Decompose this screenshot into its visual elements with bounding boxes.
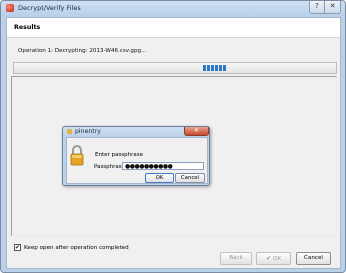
dialog-title: pinentry [75,128,101,135]
dialog-close-button[interactable]: ✕ [184,127,209,136]
dialog-cancel-button[interactable]: Cancel [175,173,205,183]
help-button[interactable]: ? [309,1,325,14]
back-button[interactable]: Back [220,252,252,265]
ok-button[interactable]: ✔ OK [256,252,291,265]
passphrase-input[interactable]: ●●●●●●●●●● [122,162,204,170]
progress-bar [13,62,337,74]
dialog-ok-button[interactable]: OK [145,173,174,183]
padlock-icon [70,145,84,166]
keep-open-option[interactable]: ✔ Keep open after operation completed [14,244,129,251]
pinentry-dialog: pinentry ✕ Enter passphrase Passphrase ●… [62,126,210,186]
cancel-button[interactable]: Cancel [296,252,331,265]
operation-status-text: Operation 1: Decrypting: 2013-W46.csv.gp… [18,48,147,54]
app-icon [6,4,14,12]
ok-label: OK [272,256,282,262]
keep-open-checkbox[interactable]: ✔ [14,244,21,251]
page-title: Results [14,24,41,31]
window-title: Decrypt/Verify Files [18,4,81,12]
progress-indicator [203,65,226,71]
check-icon: ✔ [265,255,271,262]
title-bar[interactable]: Decrypt/Verify Files ? ✕ [1,1,345,17]
passphrase-label: Passphrase [94,164,126,170]
passphrase-prompt: Enter passphrase [95,152,143,158]
pinentry-app-icon [67,129,72,134]
close-button[interactable]: ✕ [324,1,341,14]
dialog-body: Enter passphrase Passphrase ●●●●●●●●●● O… [66,137,208,184]
keep-open-label: Keep open after operation completed [24,244,129,251]
page-header: Results [7,18,340,38]
